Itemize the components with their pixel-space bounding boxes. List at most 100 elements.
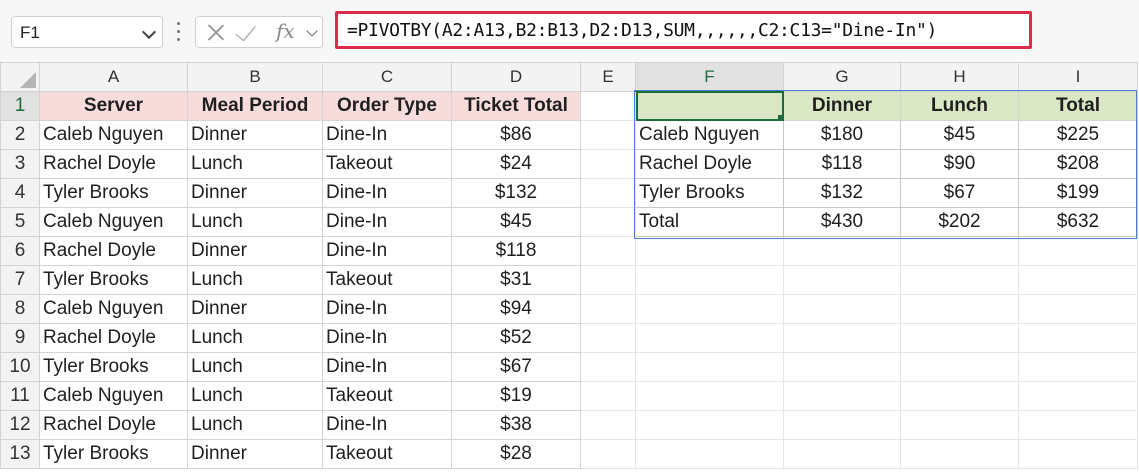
cell[interactable]: Total	[635, 207, 784, 237]
cell[interactable]	[1018, 236, 1138, 266]
cell[interactable]: $180	[783, 120, 901, 150]
formula-input[interactable]: =PIVOTBY(A2:A13,B2:B13,D2:D13,SUM,,,,,,C…	[335, 11, 1032, 49]
row-header[interactable]: 6	[0, 236, 40, 266]
cell[interactable]	[580, 410, 636, 440]
cell[interactable]	[635, 410, 784, 440]
cell[interactable]	[580, 323, 636, 353]
column-header[interactable]: G	[783, 62, 901, 92]
cell[interactable]	[635, 381, 784, 411]
cell[interactable]: $132	[783, 178, 901, 208]
cell[interactable]	[900, 352, 1019, 382]
column-header[interactable]: D	[451, 62, 581, 92]
cell[interactable]: $67	[451, 352, 581, 382]
chevron-down-icon[interactable]	[306, 25, 318, 37]
cell[interactable]	[580, 352, 636, 382]
cell[interactable]: Rachel Doyle	[39, 236, 188, 266]
cell[interactable]: $52	[451, 323, 581, 353]
cell[interactable]: Dinner	[187, 439, 323, 469]
cell[interactable]	[580, 90, 636, 121]
cell[interactable]	[783, 294, 901, 324]
cell[interactable]: Dine-In	[322, 178, 452, 208]
cell[interactable]: $90	[900, 149, 1019, 179]
cell[interactable]: Dine-In	[322, 207, 452, 237]
cell[interactable]	[580, 381, 636, 411]
cell[interactable]: Order Type	[322, 90, 452, 121]
cell[interactable]	[580, 439, 636, 469]
cell[interactable]: $24	[451, 149, 581, 179]
cell[interactable]: Lunch	[900, 90, 1019, 121]
cell[interactable]	[635, 294, 784, 324]
cell[interactable]: Dine-In	[322, 236, 452, 266]
cell[interactable]: Dinner	[187, 294, 323, 324]
cell[interactable]: $208	[1018, 149, 1138, 179]
cell[interactable]: $28	[451, 439, 581, 469]
cell[interactable]: Dine-In	[322, 323, 452, 353]
cell[interactable]: Rachel Doyle	[39, 323, 188, 353]
cell[interactable]	[580, 149, 636, 179]
cell[interactable]: Dinner	[187, 236, 323, 266]
cell[interactable]	[635, 352, 784, 382]
cell[interactable]: Server	[39, 90, 188, 121]
row-header[interactable]: 13	[0, 439, 40, 469]
cell[interactable]	[900, 323, 1019, 353]
cell[interactable]: $199	[1018, 178, 1138, 208]
select-all-corner[interactable]	[0, 62, 40, 92]
cell[interactable]	[1018, 439, 1138, 469]
cell[interactable]	[580, 120, 636, 150]
fx-icon[interactable]: fx	[276, 19, 295, 43]
cell[interactable]	[900, 265, 1019, 295]
cell[interactable]	[1018, 265, 1138, 295]
cell[interactable]	[900, 439, 1019, 469]
cell[interactable]: $118	[783, 149, 901, 179]
cell[interactable]: $118	[451, 236, 581, 266]
cell[interactable]	[1018, 323, 1138, 353]
cell[interactable]: $67	[900, 178, 1019, 208]
cell[interactable]	[635, 236, 784, 266]
column-header[interactable]: I	[1018, 62, 1138, 92]
cell[interactable]: Lunch	[187, 323, 323, 353]
cell[interactable]	[580, 265, 636, 295]
cell[interactable]: $19	[451, 381, 581, 411]
cell[interactable]: Rachel Doyle	[39, 149, 188, 179]
row-header[interactable]: 10	[0, 352, 40, 382]
chevron-down-icon[interactable]	[141, 24, 157, 40]
cell[interactable]: Caleb Nguyen	[39, 207, 188, 237]
cell[interactable]: Dinner	[783, 90, 901, 121]
cell[interactable]: Lunch	[187, 381, 323, 411]
more-options-icon[interactable]	[177, 22, 181, 42]
cell[interactable]: $31	[451, 265, 581, 295]
cell[interactable]	[1018, 352, 1138, 382]
cell[interactable]: $38	[451, 410, 581, 440]
cell[interactable]	[783, 410, 901, 440]
cell[interactable]: Lunch	[187, 265, 323, 295]
cell[interactable]: $202	[900, 207, 1019, 237]
row-header[interactable]: 4	[0, 178, 40, 208]
column-header[interactable]: C	[322, 62, 452, 92]
cell[interactable]: Dine-In	[322, 294, 452, 324]
cell[interactable]: Rachel Doyle	[635, 149, 784, 179]
cell[interactable]: $132	[451, 178, 581, 208]
cell[interactable]: Meal Period	[187, 90, 323, 121]
cell[interactable]: Dine-In	[322, 352, 452, 382]
cell[interactable]: Lunch	[187, 149, 323, 179]
row-header[interactable]: 9	[0, 323, 40, 353]
row-header[interactable]: 1	[0, 90, 40, 121]
row-header[interactable]: 3	[0, 149, 40, 179]
cell[interactable]	[783, 323, 901, 353]
cell[interactable]: $45	[451, 207, 581, 237]
cell[interactable]: Tyler Brooks	[39, 439, 188, 469]
row-header[interactable]: 8	[0, 294, 40, 324]
cell[interactable]	[900, 381, 1019, 411]
cell[interactable]	[635, 90, 784, 121]
cell[interactable]	[1018, 381, 1138, 411]
cell[interactable]: Lunch	[187, 352, 323, 382]
check-icon[interactable]	[235, 19, 256, 42]
cell[interactable]: Dinner	[187, 178, 323, 208]
cell[interactable]: $632	[1018, 207, 1138, 237]
cell[interactable]: Dinner	[187, 120, 323, 150]
name-box[interactable]: F1	[11, 16, 163, 48]
column-header[interactable]: B	[187, 62, 323, 92]
cell[interactable]: Dine-In	[322, 410, 452, 440]
row-header[interactable]: 12	[0, 410, 40, 440]
cell[interactable]	[580, 236, 636, 266]
